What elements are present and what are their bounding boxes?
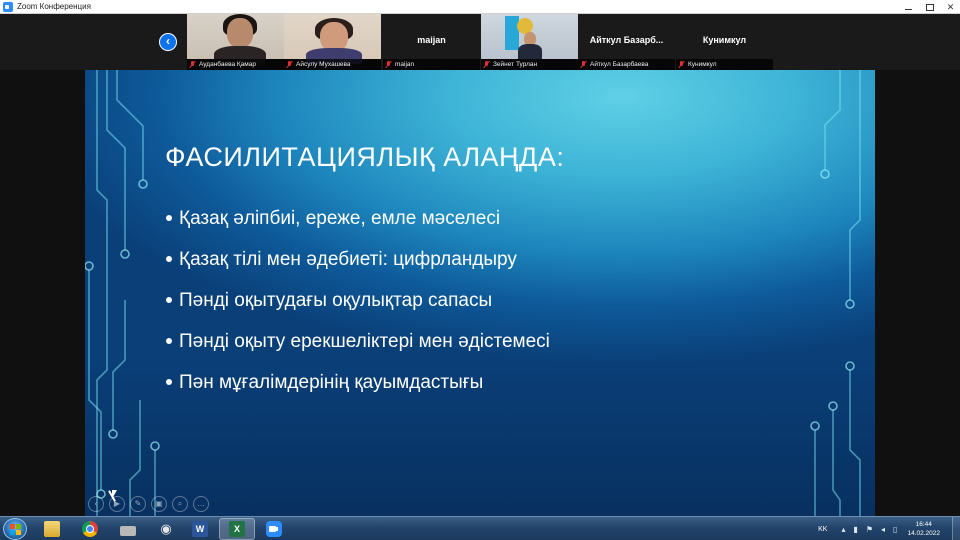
- participant-tile[interactable]: Айсулу Мухашева: [284, 14, 381, 70]
- slide-bullet: Пәнді оқытудағы оқулықтар сапасы: [165, 290, 550, 331]
- eye-icon: ◉: [160, 521, 172, 536]
- taskbar-file-explorer[interactable]: [34, 518, 70, 540]
- close-button[interactable]: ✕: [941, 0, 960, 14]
- taskbar-zoom[interactable]: [256, 518, 292, 540]
- taskbar-chrome[interactable]: [72, 518, 108, 540]
- shared-screen-area: ФАСИЛИТАЦИЯЛЫҚ АЛАҢДА: Қазақ әліпбиі, ер…: [0, 70, 960, 516]
- zoom-slide-icon[interactable]: ⌕: [172, 496, 188, 512]
- slide-bullet: Қазақ әліпбиі, ереже, емле мәселесі: [165, 208, 550, 249]
- participant-video: [187, 14, 284, 66]
- participant-tile[interactable]: Ауданбаева Қамар: [187, 14, 284, 70]
- clock[interactable]: 16:44 14.02.2022: [907, 520, 940, 538]
- taskbar-excel[interactable]: X: [219, 518, 255, 540]
- participant-video: [481, 14, 578, 60]
- minimize-button[interactable]: [899, 0, 918, 14]
- participant-display-name: Кунимкул: [702, 35, 747, 45]
- participant-name: Ауданбаева Қамар: [187, 59, 284, 70]
- title-bar: Zoom Конференция ✕: [0, 0, 960, 14]
- taskbar-word[interactable]: W: [182, 518, 218, 540]
- participant-video: [284, 14, 381, 64]
- window-title: Zoom Конференция: [17, 2, 91, 11]
- participant-name: maijan: [383, 59, 480, 70]
- participant-display-name: maijan: [417, 35, 446, 45]
- taskbar-scanner[interactable]: [110, 518, 146, 540]
- scanner-icon: [120, 526, 136, 536]
- muted-mic-icon: [581, 61, 587, 68]
- slide-bullet-list: Қазақ әліпбиі, ереже, емле мәселесі Қаза…: [165, 208, 550, 413]
- participant-name: Айткул Базарбаева: [578, 59, 675, 70]
- language-indicator[interactable]: KK: [818, 526, 827, 533]
- previous-participants-button[interactable]: ‹: [159, 33, 177, 51]
- slide-bullet: Пән мұғалімдерінің қауымдастығы: [165, 372, 550, 413]
- taskbar-viewer[interactable]: ◉: [148, 518, 184, 540]
- chrome-icon: [82, 521, 98, 537]
- slideshow-toolbar: ‹ ▶ ✎ ▣ ⌕ …: [88, 496, 209, 512]
- participant-tile[interactable]: Айткул Базарб... Айткул Базарбаева: [578, 14, 675, 70]
- participant-name: Кунимкул: [676, 59, 773, 70]
- zoom-icon: [266, 521, 282, 537]
- presentation-slide[interactable]: ФАСИЛИТАЦИЯЛЫҚ АЛАҢДА: Қазақ әліпбиі, ер…: [85, 70, 875, 516]
- participant-tile[interactable]: maijan maijan: [383, 14, 480, 70]
- slide-title: ФАСИЛИТАЦИЯЛЫҚ АЛАҢДА:: [165, 142, 565, 172]
- more-options-icon[interactable]: …: [193, 496, 209, 512]
- word-icon: W: [192, 521, 208, 537]
- flag-icon[interactable]: ⚑: [866, 525, 873, 534]
- pen-icon[interactable]: ✎: [130, 496, 146, 512]
- muted-mic-icon: [679, 61, 685, 68]
- system-tray: KK ▴ ▮ ⚑ ◂ ▯ 16:44 14.02.2022: [818, 517, 960, 540]
- show-hidden-icons-icon[interactable]: ▴: [841, 525, 845, 534]
- muted-mic-icon: [484, 61, 490, 68]
- clock-date: 14.02.2022: [907, 530, 940, 537]
- participant-tile[interactable]: Зейнет Турлан: [481, 14, 578, 70]
- start-button[interactable]: [3, 518, 27, 540]
- network-icon[interactable]: ▮: [853, 525, 857, 534]
- previous-slide-icon[interactable]: ‹: [88, 496, 104, 512]
- participant-name: Айсулу Мухашева: [284, 59, 381, 70]
- see-all-slides-icon[interactable]: ▣: [151, 496, 167, 512]
- muted-mic-icon: [386, 61, 392, 68]
- mouse-cursor-icon: [112, 490, 117, 499]
- participant-tile[interactable]: Кунимкул Кунимкул: [676, 14, 773, 70]
- maximize-button[interactable]: [920, 0, 939, 14]
- zoom-app-icon: [3, 1, 13, 12]
- participant-name: Зейнет Турлан: [481, 59, 578, 70]
- participant-video-strip: ‹ Ауданбаева Қамар Айсулу Мухашева maija…: [0, 14, 960, 70]
- show-desktop-button[interactable]: [952, 517, 960, 540]
- slide-bullet: Пәнді оқыту ерекшеліктері мен әдістемесі: [165, 331, 550, 372]
- participant-display-name: Айткул Базарб...: [589, 35, 664, 45]
- muted-mic-icon: [190, 61, 196, 68]
- clock-time: 16:44: [915, 521, 932, 528]
- folder-icon: [44, 521, 60, 537]
- power-icon[interactable]: ▯: [893, 525, 897, 534]
- windows-taskbar: ◉ W X KK ▴ ▮ ⚑ ◂ ▯ 16:44 14.02.2022: [0, 516, 960, 540]
- slide-bullet: Қазақ тілі мен әдебиеті: цифрландыру: [165, 249, 550, 290]
- excel-icon: X: [229, 521, 245, 537]
- muted-mic-icon: [287, 61, 293, 68]
- zoom-window: Zoom Конференция ✕ ‹ Ауданбаева Қамар Ай…: [0, 0, 960, 540]
- volume-icon[interactable]: ◂: [881, 525, 885, 534]
